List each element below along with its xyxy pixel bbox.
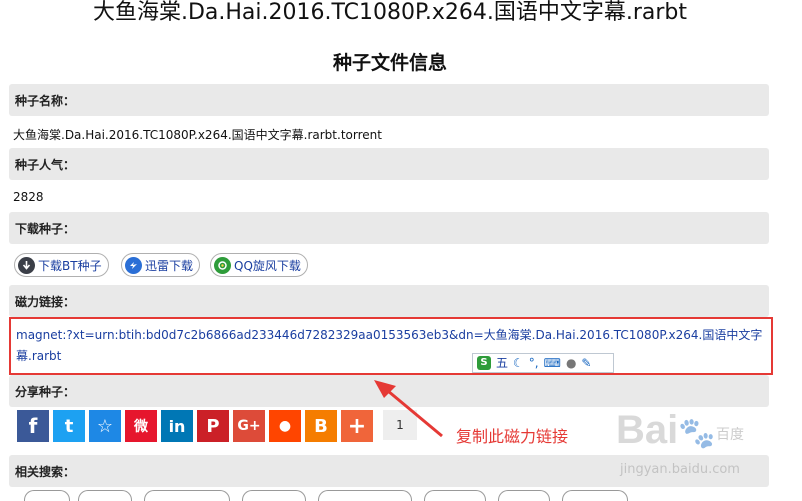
magnet-link[interactable]: magnet:?xt=urn:btih:bd0d7c2b6866ad233446… [16,325,768,367]
more-share-button[interactable]: + [341,410,373,442]
thunder-bird-icon [125,256,142,274]
related-tag[interactable] [78,490,132,501]
punctuation-icon[interactable]: °, [529,355,539,371]
related-tag[interactable] [318,490,412,501]
download-bt-button[interactable]: 下载BT种子 [14,253,109,277]
related-tag[interactable] [144,490,230,501]
related-tag[interactable] [242,490,306,501]
popularity-header: 种子人气： [9,148,769,180]
torrent-name-label: 种子名称： [15,94,76,108]
thunder-download-button[interactable]: 迅雷下载 [121,253,201,277]
keyboard-icon[interactable]: ⌨ [544,355,561,371]
watermark-brand-suffix: 百度 [716,427,744,443]
qq-whirlwind-label: QQ旋风下载 [234,258,301,273]
qq-whirlwind-icon [214,256,231,274]
paw-icon: 🐾 [678,417,716,450]
related-tag[interactable] [562,490,628,501]
moon-icon[interactable]: ☾ [513,355,524,371]
magnet-header: 磁力链接： [9,285,769,317]
ime-mode-label[interactable]: 五 [496,355,508,371]
blogger-icon: B [314,415,328,437]
pinterest-icon: P [206,415,220,437]
blogger-share-button[interactable]: B [305,410,337,442]
plus-icon: + [347,413,367,439]
download-header: 下载种子： [9,212,769,244]
annotation-arrow [374,380,443,438]
favorites-share-button[interactable]: ☆ [89,410,121,442]
linkedin-share-button[interactable]: in [161,410,193,442]
google-plus-share-button[interactable]: G+ [233,410,265,442]
share-label: 分享种子： [15,385,76,399]
related-label: 相关搜索： [15,465,76,479]
magnet-link-box[interactable]: magnet:?xt=urn:btih:bd0d7c2b6866ad233446… [9,317,773,375]
download-label: 下载种子： [15,222,76,236]
torrent-name-value: 大鱼海棠.Da.Hai.2016.TC1080P.x264.国语中文字幕.rar… [13,128,382,142]
reddit-share-button[interactable]: ● [269,410,301,442]
pinterest-share-button[interactable]: P [197,410,229,442]
qq-whirlwind-button[interactable]: QQ旋风下载 [210,253,308,277]
magnet-label: 磁力链接： [15,295,76,309]
baidu-watermark: Bai🐾 百度 jingyan.baidu.com [616,408,766,490]
popularity-label: 种子人气： [15,158,76,172]
download-bt-label: 下载BT种子 [38,258,102,273]
related-tag[interactable] [424,490,486,501]
star-icon: ☆ [96,415,114,437]
weibo-icon: 微 [134,419,148,435]
watermark-brand: Bai [616,408,679,452]
section-title: 种子文件信息 [332,52,447,74]
thunder-download-label: 迅雷下载 [145,258,194,273]
sogou-s-icon[interactable]: S [477,356,491,370]
download-circle-icon [18,256,35,274]
reddit-icon: ● [278,418,292,434]
related-tag[interactable] [24,490,70,501]
weibo-share-button[interactable]: 微 [125,410,157,442]
linkedin-icon: in [168,416,186,436]
related-tag[interactable] [498,490,550,501]
annotation-text: 复制此磁力链接 [456,427,569,446]
twitter-icon: t [64,415,74,437]
facebook-share-button[interactable]: f [17,410,49,442]
popularity-value: 2828 [13,190,44,204]
ime-toolbar[interactable]: S 五 ☾ °, ⌨ ● ✎ [472,353,614,373]
torrent-name-header: 种子名称： [9,84,769,116]
page-title: 大鱼海棠.Da.Hai.2016.TC1080P.x264.国语中文字幕.rar… [92,0,687,25]
twitter-share-button[interactable]: t [53,410,85,442]
wrench-icon[interactable]: ✎ [581,355,591,371]
google-plus-icon: G+ [237,418,261,434]
watermark-sub: jingyan.baidu.com [620,462,740,477]
facebook-icon: f [28,414,38,438]
user-icon[interactable]: ● [566,355,576,371]
